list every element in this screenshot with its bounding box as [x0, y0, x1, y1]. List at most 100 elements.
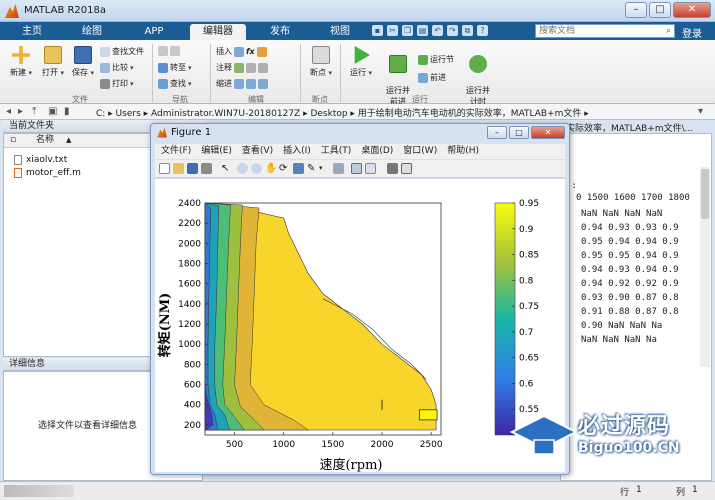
search-input[interactable] [536, 25, 656, 37]
new-figure-icon[interactable] [159, 163, 170, 174]
help-icon[interactable]: ? [477, 25, 488, 36]
colorbar [494, 202, 516, 436]
tab-plots[interactable]: 绘图 [72, 24, 112, 40]
pan-icon[interactable]: ✋ [265, 163, 277, 174]
file-row-xiaolv[interactable]: xiaolv.txt [14, 155, 67, 165]
breakpoint-icon [312, 46, 330, 64]
run-section-button[interactable]: 运行节 [418, 54, 454, 65]
link-plot-icon[interactable] [333, 163, 344, 174]
plot-area [204, 202, 442, 436]
details-hint: 选择文件以查看详细信息 [38, 421, 138, 431]
show-plot-tools-icon[interactable] [401, 163, 412, 174]
x-tick-label: 1000 [272, 440, 295, 450]
smart-indent-icon [234, 78, 244, 89]
x-tick-label: 1500 [321, 440, 344, 450]
x-axis-label: 速度(rpm) [319, 457, 382, 472]
cut-icon[interactable]: ✂ [387, 25, 398, 36]
switch-windows-icon[interactable]: ⧉ [462, 25, 473, 36]
menu-help[interactable]: 帮助(H) [447, 144, 479, 159]
advance-button[interactable]: 前进 [418, 72, 446, 83]
indent-button[interactable]: 缩进 [216, 78, 268, 89]
watermark-text-en: Biguo100.CN [578, 440, 680, 456]
breakpoints-button[interactable]: 断点 ▾ [308, 46, 334, 78]
text-file-icon [14, 155, 22, 165]
figure-menu-bar: 文件(F) 编辑(E) 查看(V) 插入(I) 工具(T) 桌面(D) 窗口(W… [155, 144, 565, 159]
y-tick-label: 400 [184, 401, 201, 411]
save-button[interactable]: 保存 ▾ [70, 46, 96, 78]
comment-button[interactable]: 注释 [216, 62, 268, 73]
figure-close-button[interactable]: ✕ [531, 126, 565, 139]
minimize-button[interactable]: – [625, 2, 647, 18]
y-tick-label: 1600 [178, 280, 201, 290]
tab-editor[interactable]: 编辑器 [190, 24, 246, 40]
y-tick-label: 1400 [178, 300, 201, 310]
hide-plot-tools-icon[interactable] [387, 163, 398, 174]
pointer-icon[interactable]: ↖ [221, 163, 232, 174]
menu-insert[interactable]: 插入(I) [283, 144, 311, 159]
tab-apps[interactable]: APP [132, 24, 176, 40]
current-folder-path[interactable]: C: ▸ Users ▸ Administrator.WIN7U-2018012… [96, 106, 589, 119]
legend-icon[interactable] [365, 163, 376, 174]
maximize-button[interactable]: □ [649, 2, 671, 18]
figure-maximize-button[interactable]: □ [509, 126, 529, 139]
forward-icon[interactable]: ▸ [18, 106, 23, 117]
folder-up-icon[interactable]: ⤒ [32, 106, 36, 117]
tab-view[interactable]: 视图 [318, 24, 362, 40]
menu-window[interactable]: 窗口(W) [403, 144, 437, 159]
find-files-button[interactable]: 查找文件 [100, 46, 144, 57]
menu-file[interactable]: 文件(F) [161, 144, 191, 159]
y-tick-label: 600 [184, 381, 201, 391]
find-button[interactable]: 查找 ▾ [158, 78, 192, 89]
menu-desktop[interactable]: 桌面(D) [361, 144, 393, 159]
ribbon-separator [340, 44, 341, 102]
browse-folder-icon[interactable]: ▣ [48, 106, 57, 117]
menu-view[interactable]: 查看(V) [242, 144, 273, 159]
insert-button[interactable]: 插入 fx [216, 46, 267, 57]
colorbar-icon[interactable] [351, 163, 362, 174]
search-icon[interactable]: ⌕ [666, 26, 671, 36]
brush-dropdown-icon[interactable]: ▾ [319, 163, 330, 174]
tab-publish[interactable]: 发布 [258, 24, 302, 40]
new-button[interactable]: 新建 ▾ [8, 46, 34, 78]
nav-back-forward[interactable] [158, 46, 180, 56]
figure-minimize-button[interactable]: – [487, 126, 507, 139]
menu-tools[interactable]: 工具(T) [321, 144, 352, 159]
compare-button[interactable]: 比较 ▾ [100, 62, 134, 73]
rotate-icon[interactable]: ⟳ [279, 163, 290, 174]
brush-icon[interactable]: ✎ [307, 163, 318, 174]
command-scrollbar[interactable] [700, 167, 710, 367]
paste-icon[interactable]: ▤ [417, 25, 428, 36]
print-button[interactable]: 打印 ▾ [100, 78, 134, 89]
run-button[interactable]: 运行 ▾ [348, 46, 374, 78]
menu-edit[interactable]: 编辑(E) [201, 144, 232, 159]
path-dropdown-icon[interactable]: ▾ [698, 106, 703, 117]
table-row: 0.95 0.95 0.94 0.9 [581, 251, 679, 261]
open-button[interactable]: 打开 ▾ [40, 46, 66, 78]
scrollbar-thumb[interactable] [701, 169, 709, 219]
open-file-icon[interactable] [173, 163, 184, 174]
redo-icon[interactable]: ↷ [447, 25, 458, 36]
y-tick-label: 2400 [178, 199, 201, 209]
goto-button[interactable]: 转至 ▾ [158, 62, 192, 73]
run-and-time-button[interactable]: 运行并 计时 [462, 46, 494, 107]
zoom-in-icon[interactable] [237, 163, 248, 174]
file-row-motor-eff[interactable]: motor_eff.m [14, 168, 81, 178]
save-icon[interactable]: ▪ [372, 25, 383, 36]
copy-icon[interactable]: ❐ [402, 25, 413, 36]
close-button[interactable]: ✕ [673, 2, 711, 18]
data-cursor-icon[interactable] [293, 163, 304, 174]
nav-forward-icon [170, 46, 180, 56]
back-icon[interactable]: ◂ [6, 106, 11, 117]
zoom-out-icon[interactable] [251, 163, 262, 174]
sort-asc-icon: ▲ [66, 136, 72, 144]
matlab-logo-icon [5, 4, 19, 18]
colorbar-tick-label: 0.95 [519, 199, 539, 209]
login-link[interactable]: 登录 [682, 25, 702, 40]
y-axis-label: 转矩(NM) [157, 293, 173, 358]
undo-icon[interactable]: ↶ [432, 25, 443, 36]
save-figure-icon[interactable] [187, 163, 198, 174]
print-figure-icon[interactable] [201, 163, 212, 174]
advance-icon [418, 72, 428, 83]
y-tick-label: 200 [184, 421, 201, 431]
tab-home[interactable]: 主页 [12, 24, 52, 40]
